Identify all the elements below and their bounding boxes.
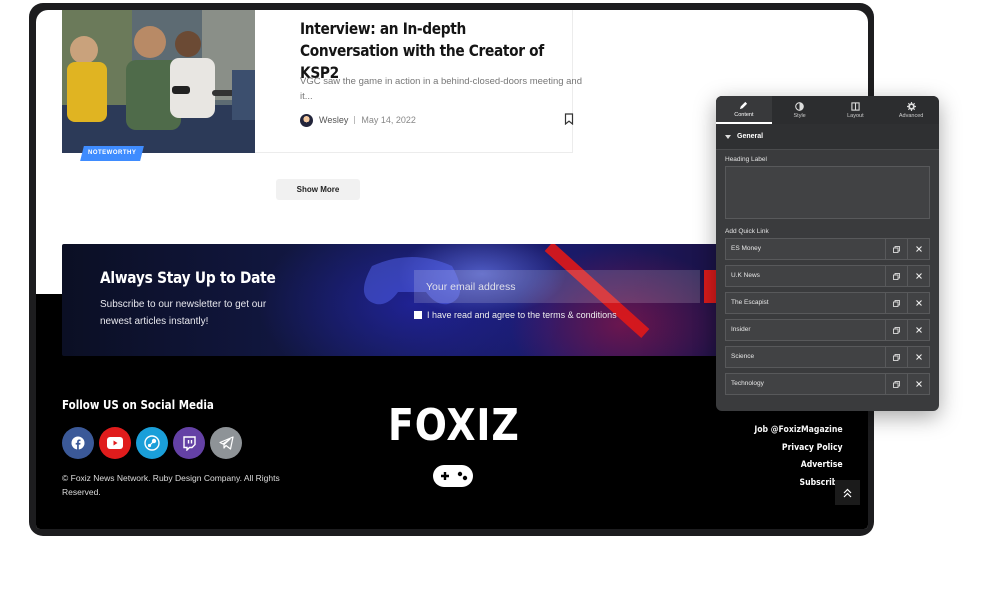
back-to-top-button[interactable] xyxy=(835,480,860,505)
meta-divider xyxy=(354,116,356,124)
quick-link-label[interactable]: U.K News xyxy=(726,266,885,286)
social-links xyxy=(62,427,242,459)
layout-icon xyxy=(851,101,860,111)
section-general[interactable]: General xyxy=(716,124,939,150)
terms-label: I have read and agree to the terms & con… xyxy=(427,310,617,320)
remove-icon[interactable] xyxy=(907,320,929,340)
terms-agreement: I have read and agree to the terms & con… xyxy=(414,310,617,320)
footer-link-privacy[interactable]: Privacy Policy xyxy=(755,440,843,458)
quick-link-item[interactable]: The Escapist xyxy=(725,292,930,314)
remove-icon[interactable] xyxy=(907,347,929,367)
duplicate-icon[interactable] xyxy=(885,347,907,367)
tab-style[interactable]: Style xyxy=(772,96,828,124)
facebook-icon[interactable] xyxy=(62,427,94,459)
article-meta: Wesley May 14, 2022 xyxy=(300,113,416,127)
tab-layout-label: Layout xyxy=(847,112,864,119)
remove-icon[interactable] xyxy=(907,239,929,259)
twitch-icon[interactable] xyxy=(173,427,205,459)
tab-content-label: Content xyxy=(734,111,754,118)
heading-label-title: Heading Label xyxy=(725,156,767,163)
tab-layout[interactable]: Layout xyxy=(828,96,884,124)
duplicate-icon[interactable] xyxy=(885,239,907,259)
footer-link-job[interactable]: Job @FoxizMagazine xyxy=(755,422,843,440)
quick-link-label[interactable]: ES Money xyxy=(726,239,885,259)
quick-link-list: ES Money U.K News The Escapist Insider S… xyxy=(725,238,930,395)
duplicate-icon[interactable] xyxy=(885,320,907,340)
telegram-icon[interactable] xyxy=(210,427,242,459)
quick-link-item[interactable]: Technology xyxy=(725,373,930,395)
gear-icon xyxy=(906,101,916,111)
show-more-button[interactable]: Show More xyxy=(276,179,360,200)
duplicate-icon[interactable] xyxy=(885,266,907,286)
editor-panel: Content Style Layout Advanced General He… xyxy=(716,96,939,411)
copyright-text: © Foxiz News Network. Ruby Design Compan… xyxy=(62,473,280,497)
tab-style-label: Style xyxy=(793,112,806,119)
remove-icon[interactable] xyxy=(907,374,929,394)
quick-link-label[interactable]: Science xyxy=(726,347,885,367)
footer-link-advertise[interactable]: Advertise xyxy=(755,457,843,475)
heading-label-input[interactable] xyxy=(725,166,930,219)
category-badge[interactable]: NOTEWORTHY xyxy=(80,146,144,161)
double-chevron-up-icon xyxy=(843,488,852,497)
newsletter-title: Always Stay Up to Date xyxy=(100,268,276,287)
author-name[interactable]: Wesley xyxy=(319,115,348,125)
social-heading: Follow US on Social Media xyxy=(62,398,214,412)
quick-link-title: Add Quick Link xyxy=(725,228,769,235)
quick-link-item[interactable]: Science xyxy=(725,346,930,368)
youtube-icon[interactable] xyxy=(99,427,131,459)
tab-advanced[interactable]: Advanced xyxy=(883,96,939,124)
newsletter-subtitle: Subscribe to our newsletter to get our n… xyxy=(100,299,267,327)
terms-checkbox[interactable] xyxy=(414,311,422,319)
article-card[interactable]: NOTEWORTHY Interview: an In-depth Conver… xyxy=(62,10,582,161)
gamepad-icon xyxy=(433,465,473,487)
newsletter-email-input[interactable] xyxy=(414,270,700,303)
site-logo[interactable]: FOXIZ xyxy=(388,400,520,451)
remove-icon[interactable] xyxy=(907,266,929,286)
remove-icon[interactable] xyxy=(907,293,929,313)
quick-link-label[interactable]: The Escapist xyxy=(726,293,885,313)
article-excerpt: VGC saw the game in action in a behind-c… xyxy=(300,76,582,102)
quick-link-label[interactable]: Technology xyxy=(726,374,885,394)
steam-icon[interactable] xyxy=(136,427,168,459)
tab-content[interactable]: Content xyxy=(716,96,772,124)
panel-tabs: Content Style Layout Advanced xyxy=(716,96,939,124)
pencil-icon xyxy=(740,101,748,109)
section-general-label: General xyxy=(737,133,764,140)
contrast-icon xyxy=(795,101,804,111)
quick-link-item[interactable]: Insider xyxy=(725,319,930,341)
article-thumbnail[interactable] xyxy=(62,10,255,153)
tab-advanced-label: Advanced xyxy=(898,112,924,119)
duplicate-icon[interactable] xyxy=(885,293,907,313)
quick-link-item[interactable]: U.K News xyxy=(725,265,930,287)
article-date: May 14, 2022 xyxy=(361,115,416,125)
author-avatar[interactable] xyxy=(300,113,313,127)
quick-link-label[interactable]: Insider xyxy=(726,320,885,340)
quick-link-item[interactable]: ES Money xyxy=(725,238,930,260)
footer-links: Job @FoxizMagazine Privacy Policy Advert… xyxy=(740,422,843,492)
duplicate-icon[interactable] xyxy=(885,374,907,394)
bookmark-icon[interactable] xyxy=(564,113,574,125)
footer-link-subscribe[interactable]: Subscribe xyxy=(755,475,843,493)
caret-down-icon xyxy=(725,134,731,139)
